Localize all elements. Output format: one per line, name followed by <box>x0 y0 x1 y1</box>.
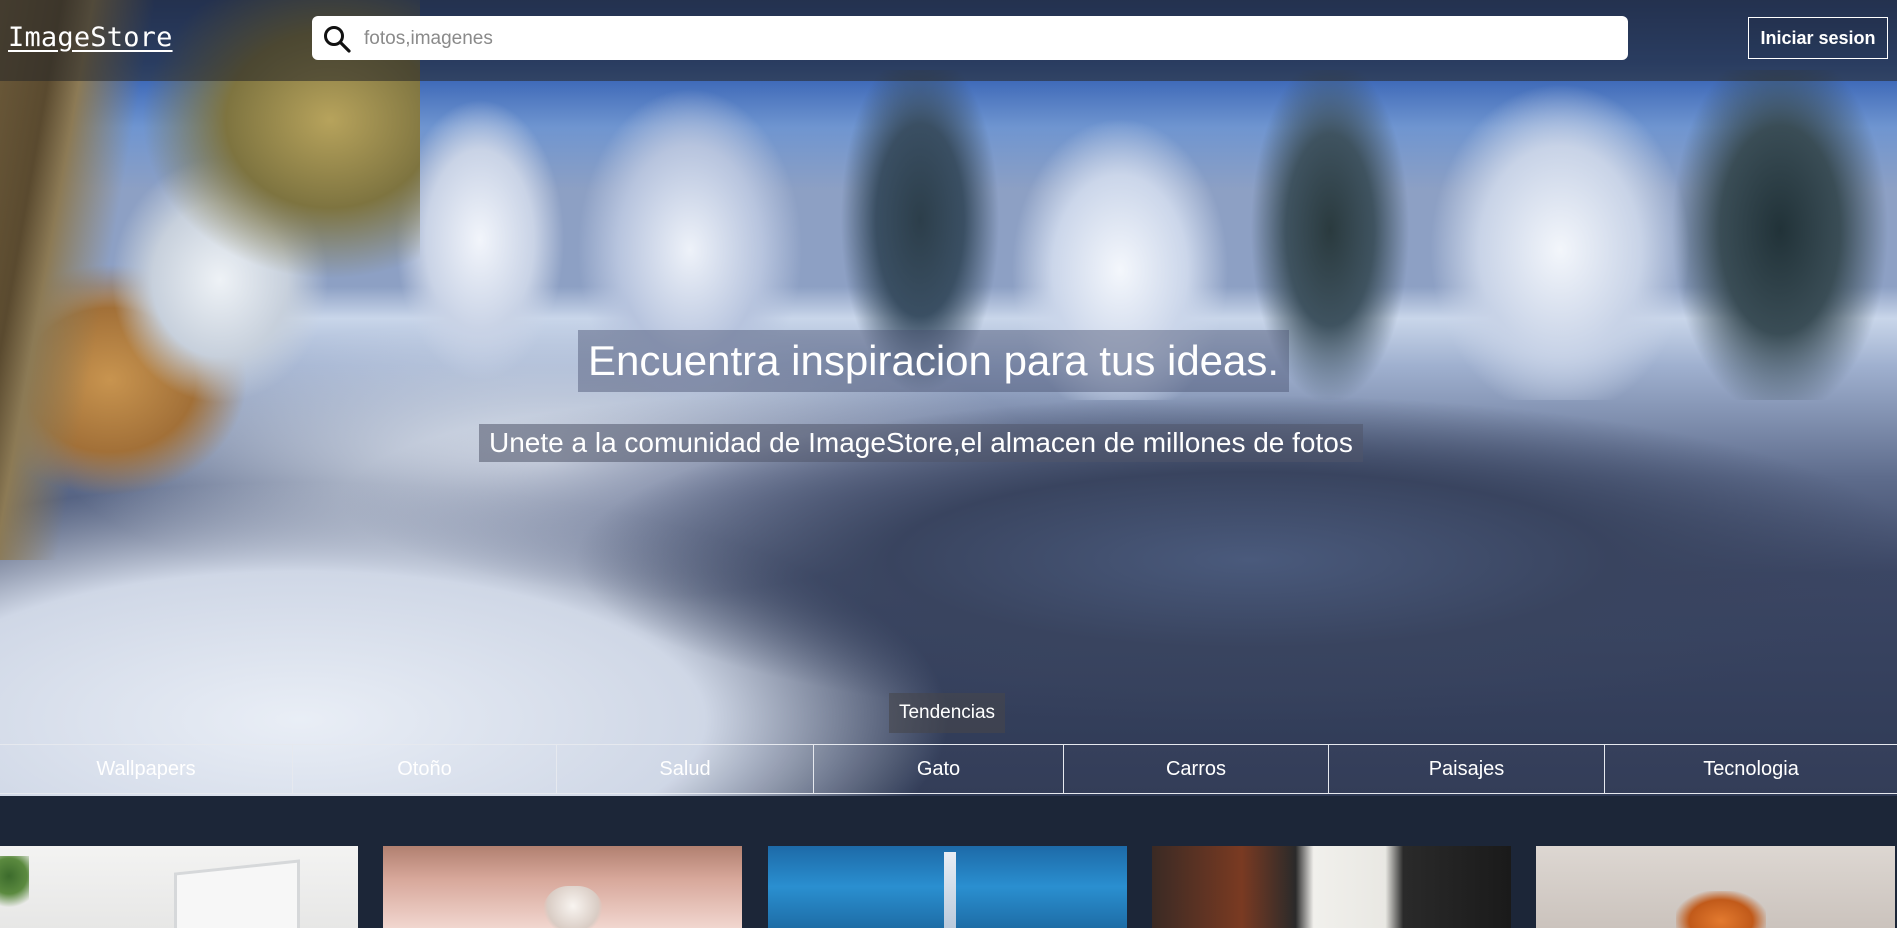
gallery-image[interactable] <box>768 846 1127 928</box>
gallery-image[interactable] <box>0 846 358 928</box>
category-wallpapers[interactable]: Wallpapers <box>0 745 293 793</box>
gallery-image[interactable] <box>383 846 742 928</box>
search-input[interactable] <box>362 16 1616 62</box>
category-bar: Wallpapers Otoño Salud Gato Carros Paisa… <box>0 744 1897 794</box>
login-button[interactable]: Iniciar sesion <box>1748 17 1888 59</box>
category-carros[interactable]: Carros <box>1064 745 1329 793</box>
search-box[interactable] <box>312 16 1628 62</box>
search-icon[interactable] <box>322 24 352 54</box>
gallery-image[interactable] <box>1152 846 1511 928</box>
hero-tree <box>0 0 420 560</box>
category-salud[interactable]: Salud <box>557 745 814 793</box>
trends-label: Tendencias <box>889 693 1005 733</box>
category-otono[interactable]: Otoño <box>293 745 557 793</box>
hero-headline: Encuentra inspiracion para tus ideas. <box>578 330 1290 392</box>
image-gallery <box>0 846 1897 928</box>
hero-background <box>0 0 1897 796</box>
site-logo[interactable]: ImageStore <box>8 22 173 53</box>
category-gato[interactable]: Gato <box>814 745 1064 793</box>
category-paisajes[interactable]: Paisajes <box>1329 745 1605 793</box>
category-tecnologia[interactable]: Tecnologia <box>1605 745 1897 793</box>
header-bar: ImageStore Iniciar sesion <box>0 0 1897 81</box>
gallery-image[interactable] <box>1536 846 1895 928</box>
hero-subline: Unete a la comunidad de ImageStore,el al… <box>479 424 1363 462</box>
